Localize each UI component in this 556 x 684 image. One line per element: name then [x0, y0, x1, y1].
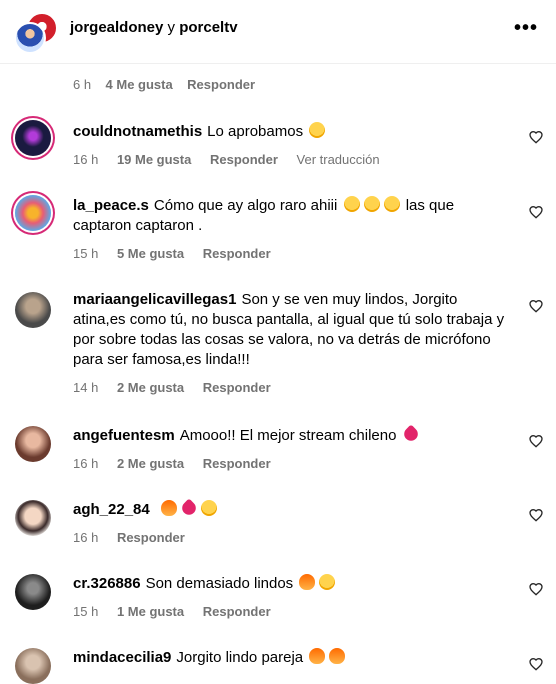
- comment-time: 16 h: [73, 530, 99, 545]
- avatar[interactable]: [15, 292, 51, 328]
- comment-item: agh_22_84 16 h Responder: [0, 498, 556, 558]
- comment-time: 16 h: [73, 152, 99, 167]
- more-options-icon[interactable]: •••: [514, 18, 538, 38]
- comment-body: Son demasiado lindos: [145, 575, 294, 592]
- comment-meta: 16 h Responder: [73, 530, 200, 545]
- laughing-emoji-icon: [343, 196, 360, 212]
- fire-emoji-icon: [299, 574, 316, 590]
- comment-meta: 15 h 5 Me gusta Responder: [73, 246, 286, 261]
- heart-outline-icon[interactable]: [528, 298, 544, 314]
- comment-likes[interactable]: 19 Me gusta: [117, 152, 191, 167]
- comment-likes[interactable]: 2 Me gusta: [117, 380, 184, 395]
- avatar: [14, 22, 46, 54]
- pink-heart-emoji-icon: [179, 498, 199, 518]
- comment-item: couldnotnamethis Lo aprobamos 16 h 19 Me …: [0, 116, 556, 176]
- flushed-emoji-icon: [383, 196, 400, 212]
- fire-emoji-icon: [160, 500, 177, 516]
- avatar[interactable]: [15, 500, 51, 536]
- pink-heart-emoji-icon: [401, 424, 421, 444]
- heart-eyes-emoji-icon: [200, 500, 217, 516]
- avatar[interactable]: [15, 648, 51, 684]
- comment-likes[interactable]: 1 Me gusta: [117, 604, 184, 619]
- comment-time: 14 h: [73, 380, 99, 395]
- comment-item: angefuentesm Amooo!! El mejor stream chil…: [0, 424, 556, 484]
- heart-outline-icon[interactable]: [528, 507, 544, 523]
- reply-button[interactable]: Responder: [203, 456, 271, 471]
- avatar[interactable]: [15, 120, 51, 156]
- flushed-emoji-icon: [363, 196, 380, 212]
- heart-outline-icon[interactable]: [528, 204, 544, 220]
- comment-username[interactable]: couldnotnamethis: [73, 123, 202, 140]
- comment-time: 15 h: [73, 604, 99, 619]
- comment-text: mariaangelicavillegas1 Son y se ven muy l…: [73, 290, 513, 370]
- comment-text: angefuentesm Amooo!! El mejor stream chil…: [73, 424, 513, 446]
- heart-outline-icon[interactable]: [528, 656, 544, 672]
- comment-item: mindacecilia9 Jorgito lindo pareja: [0, 646, 556, 684]
- comment-likes[interactable]: 2 Me gusta: [117, 456, 184, 471]
- comment-text: la_peace.s Cómo que ay algo raro ahiii la…: [73, 196, 473, 236]
- avatar[interactable]: [15, 574, 51, 610]
- comment-username[interactable]: agh_22_84: [73, 501, 150, 518]
- heart-eyes-emoji-icon: [319, 574, 336, 590]
- comment-item: la_peace.s Cómo que ay algo raro ahiii la…: [0, 194, 556, 264]
- conversation-header: jorgealdoney y porceltv •••: [0, 0, 556, 64]
- comment-username[interactable]: mindacecilia9: [73, 649, 171, 666]
- heart-outline-icon[interactable]: [528, 433, 544, 449]
- comment-item: cr.326886 Son demasiado lindos 15 h 1 Me …: [0, 572, 556, 632]
- comment-text: cr.326886 Son demasiado lindos: [73, 574, 513, 594]
- heart-outline-icon[interactable]: [528, 129, 544, 145]
- reply-button[interactable]: Responder: [187, 77, 255, 92]
- avatar[interactable]: [15, 195, 51, 231]
- comment-likes[interactable]: 4 Me gusta: [106, 77, 173, 92]
- smile-emoji-icon: [309, 122, 326, 138]
- header-avatar-stack[interactable]: [14, 12, 58, 54]
- reply-button[interactable]: Responder: [203, 380, 271, 395]
- comment-item: mariaangelicavillegas1 Son y se ven muy l…: [0, 290, 556, 400]
- reply-button[interactable]: Responder: [210, 152, 278, 167]
- fire-emoji-icon: [309, 648, 326, 664]
- translate-button[interactable]: Ver traducción: [297, 152, 380, 167]
- header-user-jorgealdoney[interactable]: jorgealdoney: [70, 19, 163, 36]
- comment-username[interactable]: mariaangelicavillegas1: [73, 291, 236, 308]
- comment-meta: 16 h 2 Me gusta Responder: [73, 456, 286, 471]
- comment-text: couldnotnamethis Lo aprobamos: [73, 122, 513, 142]
- comment-time: 6 h: [73, 77, 92, 92]
- comment-meta: 14 h 2 Me gusta Responder: [73, 380, 286, 395]
- comment-text: mindacecilia9 Jorgito lindo pareja: [73, 648, 513, 668]
- comment-body: Lo aprobamos: [207, 123, 304, 140]
- comment-body: Jorgito lindo pareja: [176, 649, 304, 666]
- comment-body: Cómo que ay algo raro ahiii: [153, 197, 338, 214]
- comment-time: 15 h: [73, 246, 99, 261]
- reply-button[interactable]: Responder: [117, 530, 185, 545]
- comment-time: 16 h: [73, 456, 99, 471]
- avatar[interactable]: [15, 426, 51, 462]
- comment-body: Amooo!! El mejor stream chileno: [179, 427, 397, 444]
- comment-username[interactable]: angefuentesm: [73, 427, 175, 444]
- reply-button[interactable]: Responder: [203, 246, 271, 261]
- reply-button[interactable]: Responder: [203, 604, 271, 619]
- comment-username[interactable]: cr.326886: [73, 575, 141, 592]
- header-title: jorgealdoney y porceltv: [70, 19, 238, 36]
- comment-text: agh_22_84: [73, 498, 513, 520]
- header-user-porceltv[interactable]: porceltv: [179, 19, 237, 36]
- header-connector: y: [167, 19, 176, 36]
- comment-username[interactable]: la_peace.s: [73, 197, 149, 214]
- previous-comment-meta: 6 h 4 Me gusta Responder: [73, 77, 255, 92]
- comment-meta: 15 h 1 Me gusta Responder: [73, 604, 286, 619]
- comment-meta: 16 h 19 Me gusta Responder Ver traducció…: [73, 152, 395, 167]
- heart-outline-icon[interactable]: [528, 581, 544, 597]
- fire-emoji-icon: [329, 648, 346, 664]
- comment-likes[interactable]: 5 Me gusta: [117, 246, 184, 261]
